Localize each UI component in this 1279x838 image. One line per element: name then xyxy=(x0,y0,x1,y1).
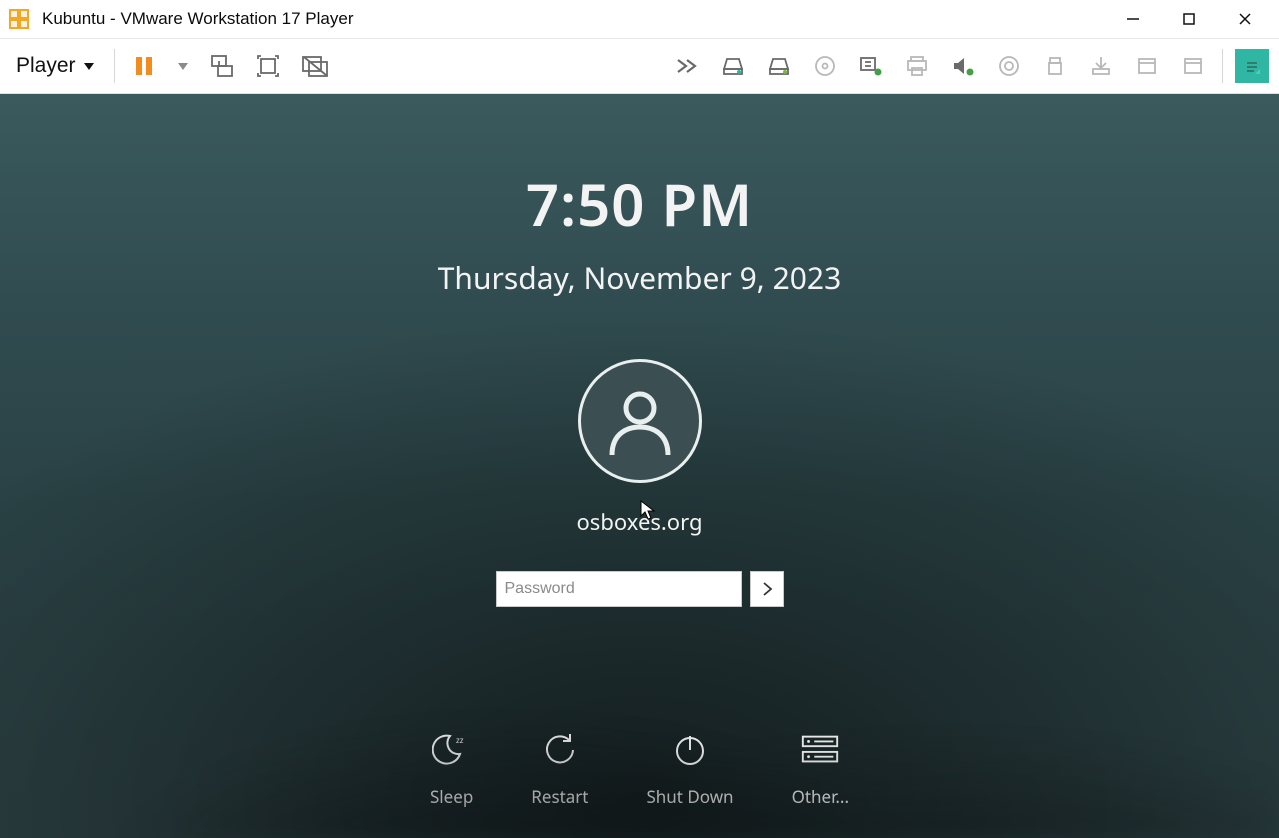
other-label: Other... xyxy=(792,785,849,808)
toolbar-divider xyxy=(1222,49,1223,83)
box-2-icon[interactable] xyxy=(1176,49,1210,83)
user-avatar xyxy=(578,359,702,483)
window-close-button[interactable] xyxy=(1217,2,1273,36)
clock-date: Thursday, November 9, 2023 xyxy=(0,257,1279,298)
username-label: osboxes.org xyxy=(577,507,703,537)
player-menu[interactable]: Player xyxy=(10,52,102,80)
camera-disc-icon[interactable] xyxy=(992,49,1026,83)
session-actions: zz Sleep Restart Shut Down xyxy=(0,729,1279,808)
window-maximize-button[interactable] xyxy=(1161,2,1217,36)
fullscreen-button[interactable] xyxy=(251,49,285,83)
vmware-toolbar: Player xyxy=(0,38,1279,94)
shutdown-button[interactable]: Shut Down xyxy=(646,729,733,808)
restart-label: Restart xyxy=(531,785,588,808)
hard-disk-1-icon[interactable] xyxy=(716,49,750,83)
clock: 7:50 PM Thursday, November 9, 2023 xyxy=(0,164,1279,298)
usb-icon[interactable] xyxy=(1038,49,1072,83)
sleep-button[interactable]: zz Sleep xyxy=(430,729,473,808)
shutdown-label: Shut Down xyxy=(646,785,733,808)
printer-icon[interactable] xyxy=(900,49,934,83)
player-menu-label: Player xyxy=(16,54,76,78)
restart-icon xyxy=(539,729,581,771)
unity-mode-button[interactable] xyxy=(297,49,331,83)
sound-icon[interactable] xyxy=(946,49,980,83)
download-tools-icon[interactable] xyxy=(1084,49,1118,83)
other-icon xyxy=(799,729,841,771)
svg-text:zz: zz xyxy=(456,735,464,746)
window-title: Kubuntu - VMware Workstation 17 Player xyxy=(42,9,354,29)
power-menu-dropdown[interactable] xyxy=(173,49,193,83)
guest-lockscreen: 7:50 PM Thursday, November 9, 2023 osbox… xyxy=(0,94,1279,838)
clock-time: 7:50 PM xyxy=(0,164,1279,243)
notes-button[interactable] xyxy=(1235,49,1269,83)
hard-disk-2-icon[interactable] xyxy=(762,49,796,83)
pause-vm-button[interactable] xyxy=(127,49,161,83)
password-input[interactable] xyxy=(496,571,742,607)
send-ctrl-alt-del-button[interactable] xyxy=(205,49,239,83)
window-minimize-button[interactable] xyxy=(1105,2,1161,36)
login-submit-button[interactable] xyxy=(750,571,784,607)
sleep-label: Sleep xyxy=(430,785,473,808)
window-titlebar: Kubuntu - VMware Workstation 17 Player xyxy=(0,0,1279,38)
cd-dvd-icon[interactable] xyxy=(808,49,842,83)
network-adapter-icon[interactable] xyxy=(854,49,888,83)
user-block: osboxes.org xyxy=(0,359,1279,607)
fast-forward-icon[interactable] xyxy=(670,49,704,83)
vmware-app-icon xyxy=(6,6,32,32)
password-row xyxy=(496,571,784,607)
power-icon xyxy=(669,729,711,771)
other-sessions-button[interactable]: Other... xyxy=(792,729,849,808)
restart-button[interactable]: Restart xyxy=(531,729,588,808)
toolbar-divider xyxy=(114,49,115,83)
sleep-icon: zz xyxy=(431,729,473,771)
box-1-icon[interactable] xyxy=(1130,49,1164,83)
